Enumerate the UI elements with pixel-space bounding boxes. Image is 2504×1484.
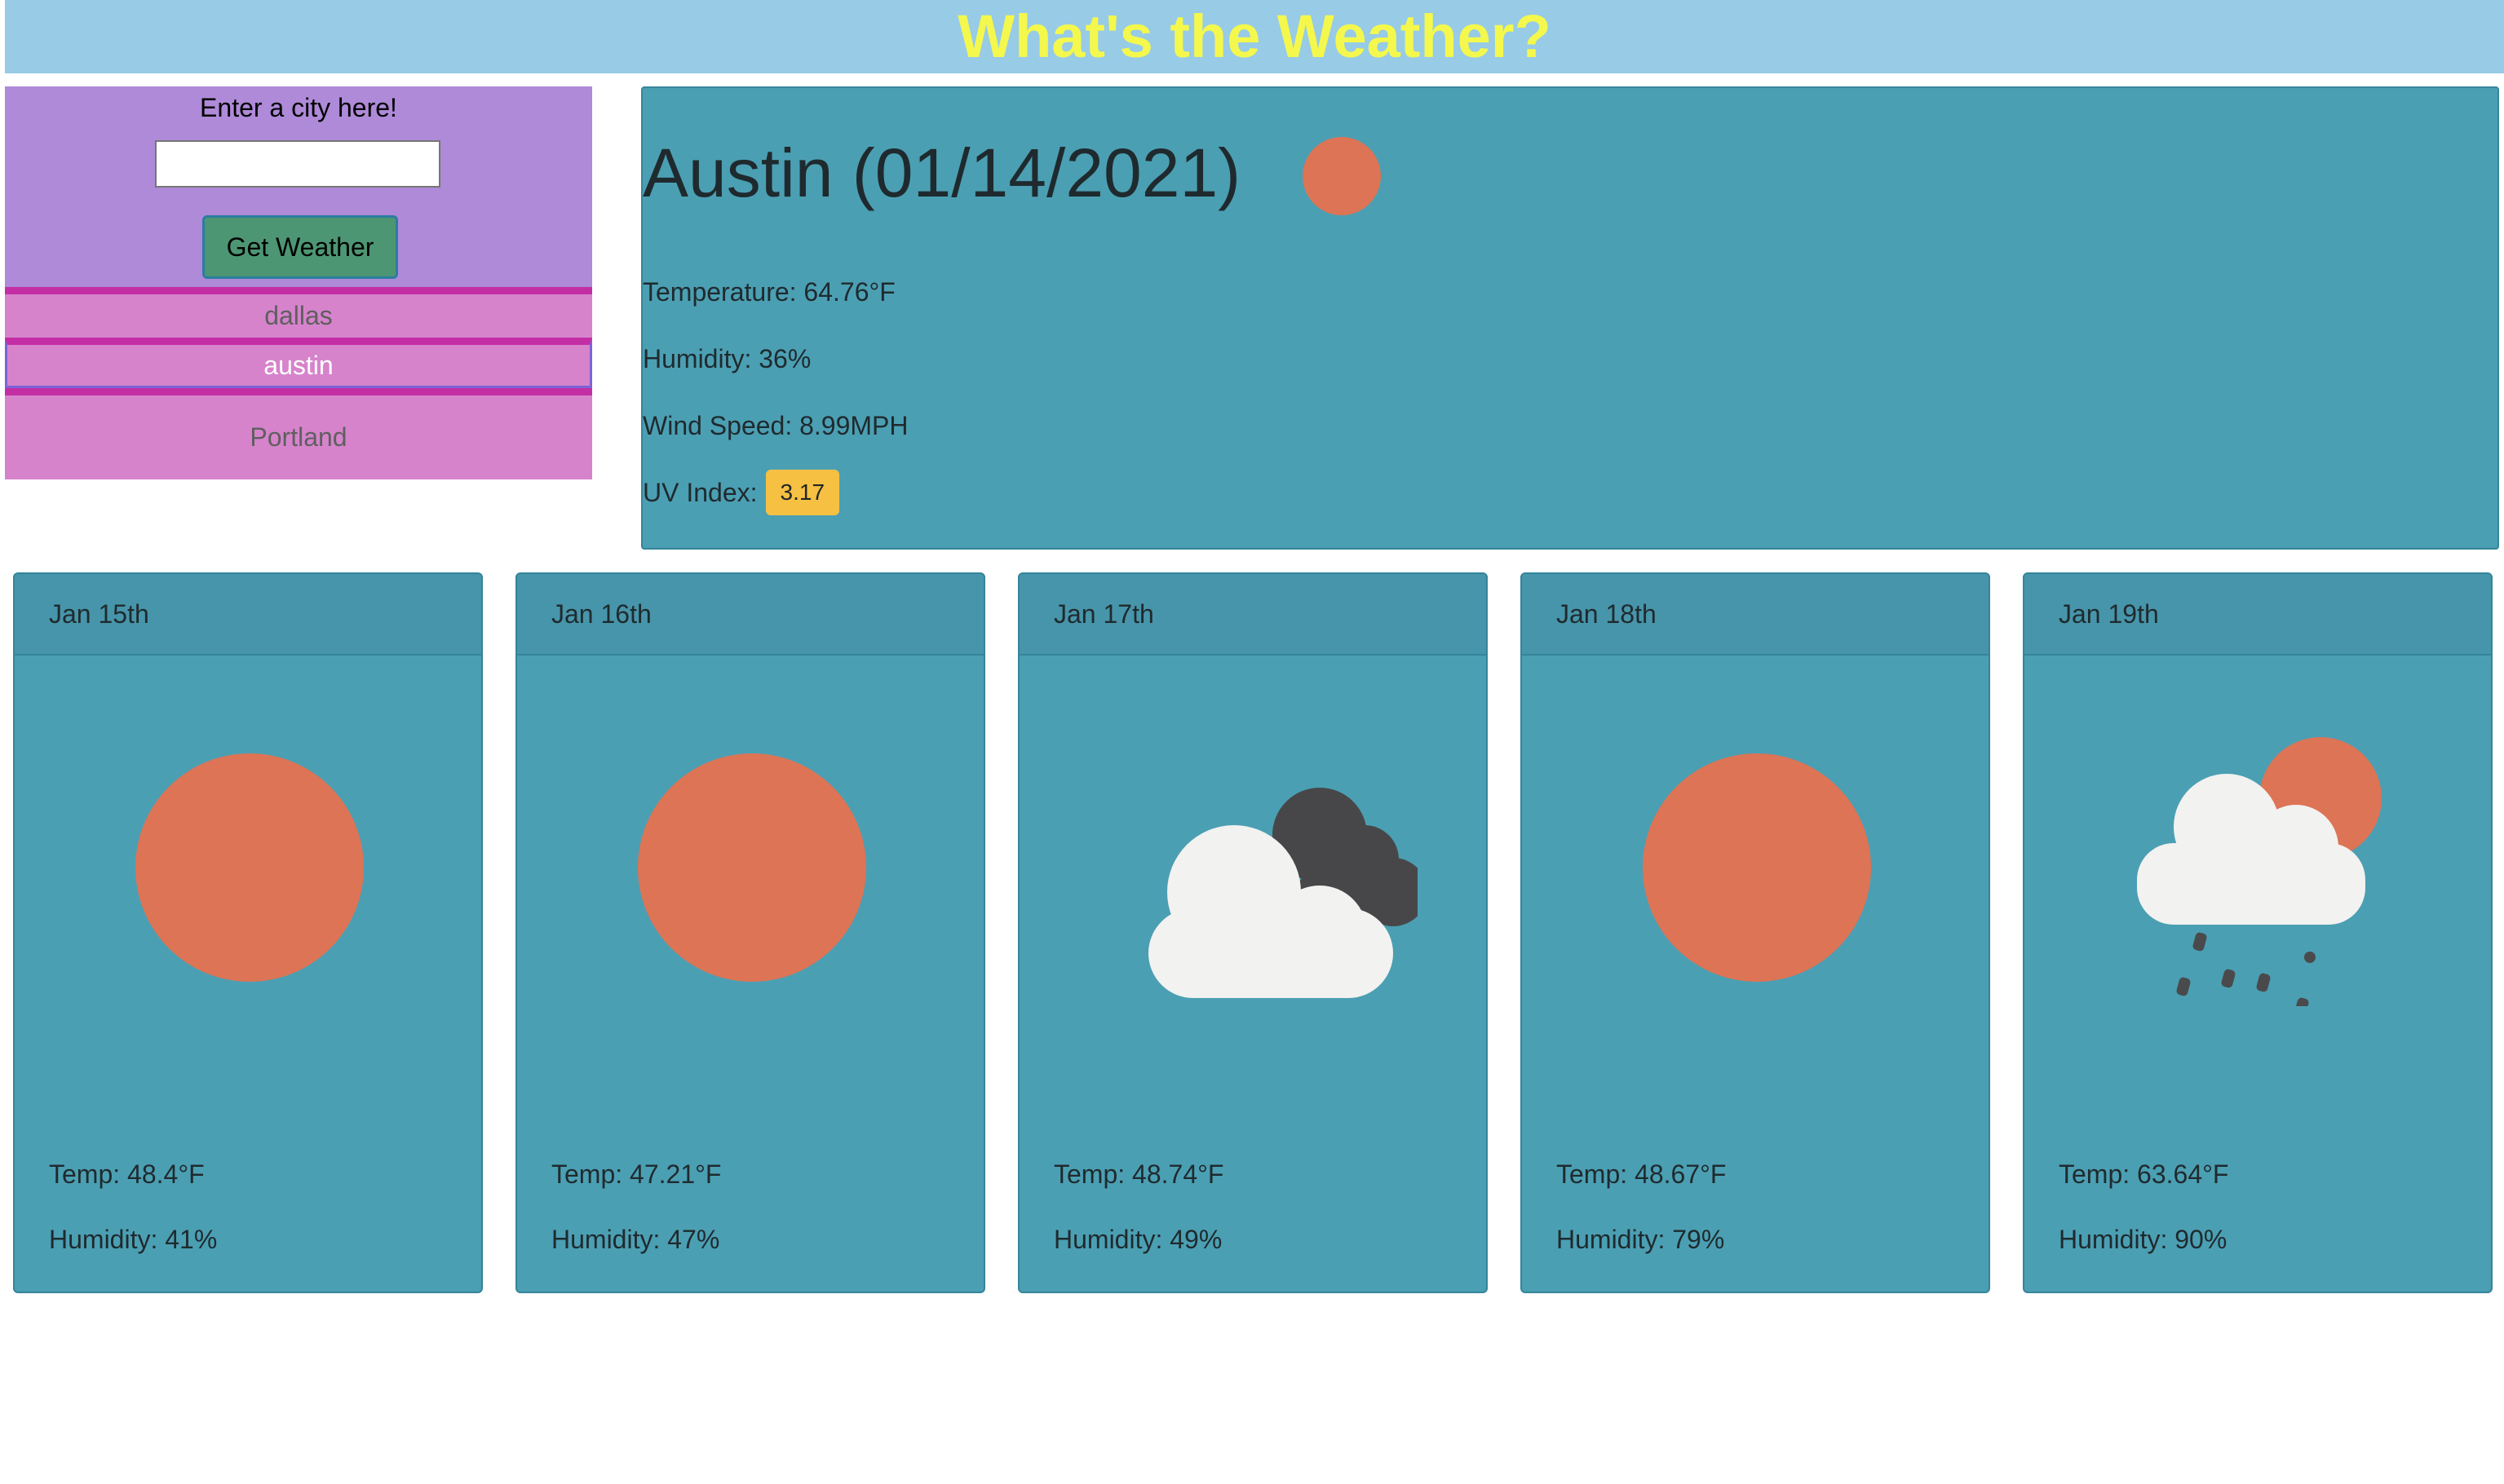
search-form: Enter a city here! Get Weather bbox=[5, 86, 592, 287]
search-prompt: Enter a city here! bbox=[200, 93, 397, 122]
forecast-humidity: Humidity: 79% bbox=[1556, 1225, 1725, 1254]
forecast-date: Jan 18th bbox=[1522, 574, 1989, 656]
uv-index-row: UV Index: 3.17 bbox=[643, 470, 840, 515]
forecast-humidity: Humidity: 47% bbox=[551, 1225, 720, 1254]
forecast-card: Jan 19th Temp: 63.64°F Humidity: 90% bbox=[2023, 572, 2493, 1293]
forecast-date: Jan 19th bbox=[2024, 574, 2491, 656]
history-item-label: dallas bbox=[264, 301, 333, 330]
current-city-title: Austin (01/14/2021) bbox=[643, 135, 1241, 211]
sun-icon bbox=[638, 753, 866, 982]
uv-index-label: UV Index: bbox=[643, 477, 758, 507]
city-input[interactable] bbox=[155, 140, 440, 188]
history-item-label: Portland bbox=[250, 422, 347, 452]
sun-icon bbox=[1643, 753, 1871, 982]
forecast-card: Jan 17th Temp: 48.74°F Humidity: 49% bbox=[1018, 572, 1488, 1293]
get-weather-button[interactable]: Get Weather bbox=[202, 215, 398, 279]
forecast-card: Jan 16th Temp: 47.21°F Humidity: 47% bbox=[515, 572, 985, 1293]
forecast-card: Jan 15th Temp: 48.4°F Humidity: 41% bbox=[13, 572, 483, 1293]
forecast-date: Jan 16th bbox=[517, 574, 984, 656]
sun-icon bbox=[135, 753, 364, 982]
current-humidity: Humidity: 36% bbox=[643, 344, 812, 373]
forecast-temp: Temp: 48.4°F bbox=[49, 1159, 205, 1189]
search-history-list: dallas austin Portland bbox=[5, 287, 592, 556]
forecast-humidity: Humidity: 41% bbox=[49, 1225, 218, 1254]
uv-index-badge: 3.17 bbox=[765, 470, 840, 515]
forecast-date: Jan 17th bbox=[1020, 574, 1486, 656]
forecast-humidity: Humidity: 49% bbox=[1054, 1225, 1223, 1254]
forecast-temp: Temp: 47.21°F bbox=[551, 1159, 722, 1189]
current-temperature: Temperature: 64.76°F bbox=[643, 277, 896, 307]
current-weather-panel: Austin (01/14/2021) Temperature: 64.76°F… bbox=[641, 86, 2499, 550]
clouds-icon bbox=[1148, 788, 1418, 998]
app-header: What's the Weather? bbox=[5, 0, 2504, 73]
forecast-date: Jan 15th bbox=[15, 574, 481, 656]
sun-icon bbox=[1303, 137, 1382, 215]
history-item-dallas[interactable]: dallas bbox=[5, 287, 592, 338]
current-wind-speed: Wind Speed: 8.99MPH bbox=[643, 411, 909, 440]
history-item-portland[interactable]: Portland bbox=[5, 388, 592, 479]
history-item-austin[interactable]: austin bbox=[5, 338, 592, 388]
forecast-temp: Temp: 48.67°F bbox=[1556, 1159, 1727, 1189]
forecast-humidity: Humidity: 90% bbox=[2059, 1225, 2227, 1254]
app-title: What's the Weather? bbox=[958, 2, 1551, 70]
forecast-card: Jan 18th Temp: 48.67°F Humidity: 79% bbox=[1520, 572, 1990, 1293]
history-item-label: austin bbox=[263, 350, 334, 380]
forecast-temp: Temp: 63.64°F bbox=[2059, 1159, 2229, 1189]
rain-sun-icon bbox=[2137, 737, 2382, 1006]
current-title-row: Austin (01/14/2021) bbox=[643, 129, 1383, 217]
forecast-temp: Temp: 48.74°F bbox=[1054, 1159, 1224, 1189]
sidebar: Enter a city here! Get Weather dallas au… bbox=[5, 86, 592, 556]
